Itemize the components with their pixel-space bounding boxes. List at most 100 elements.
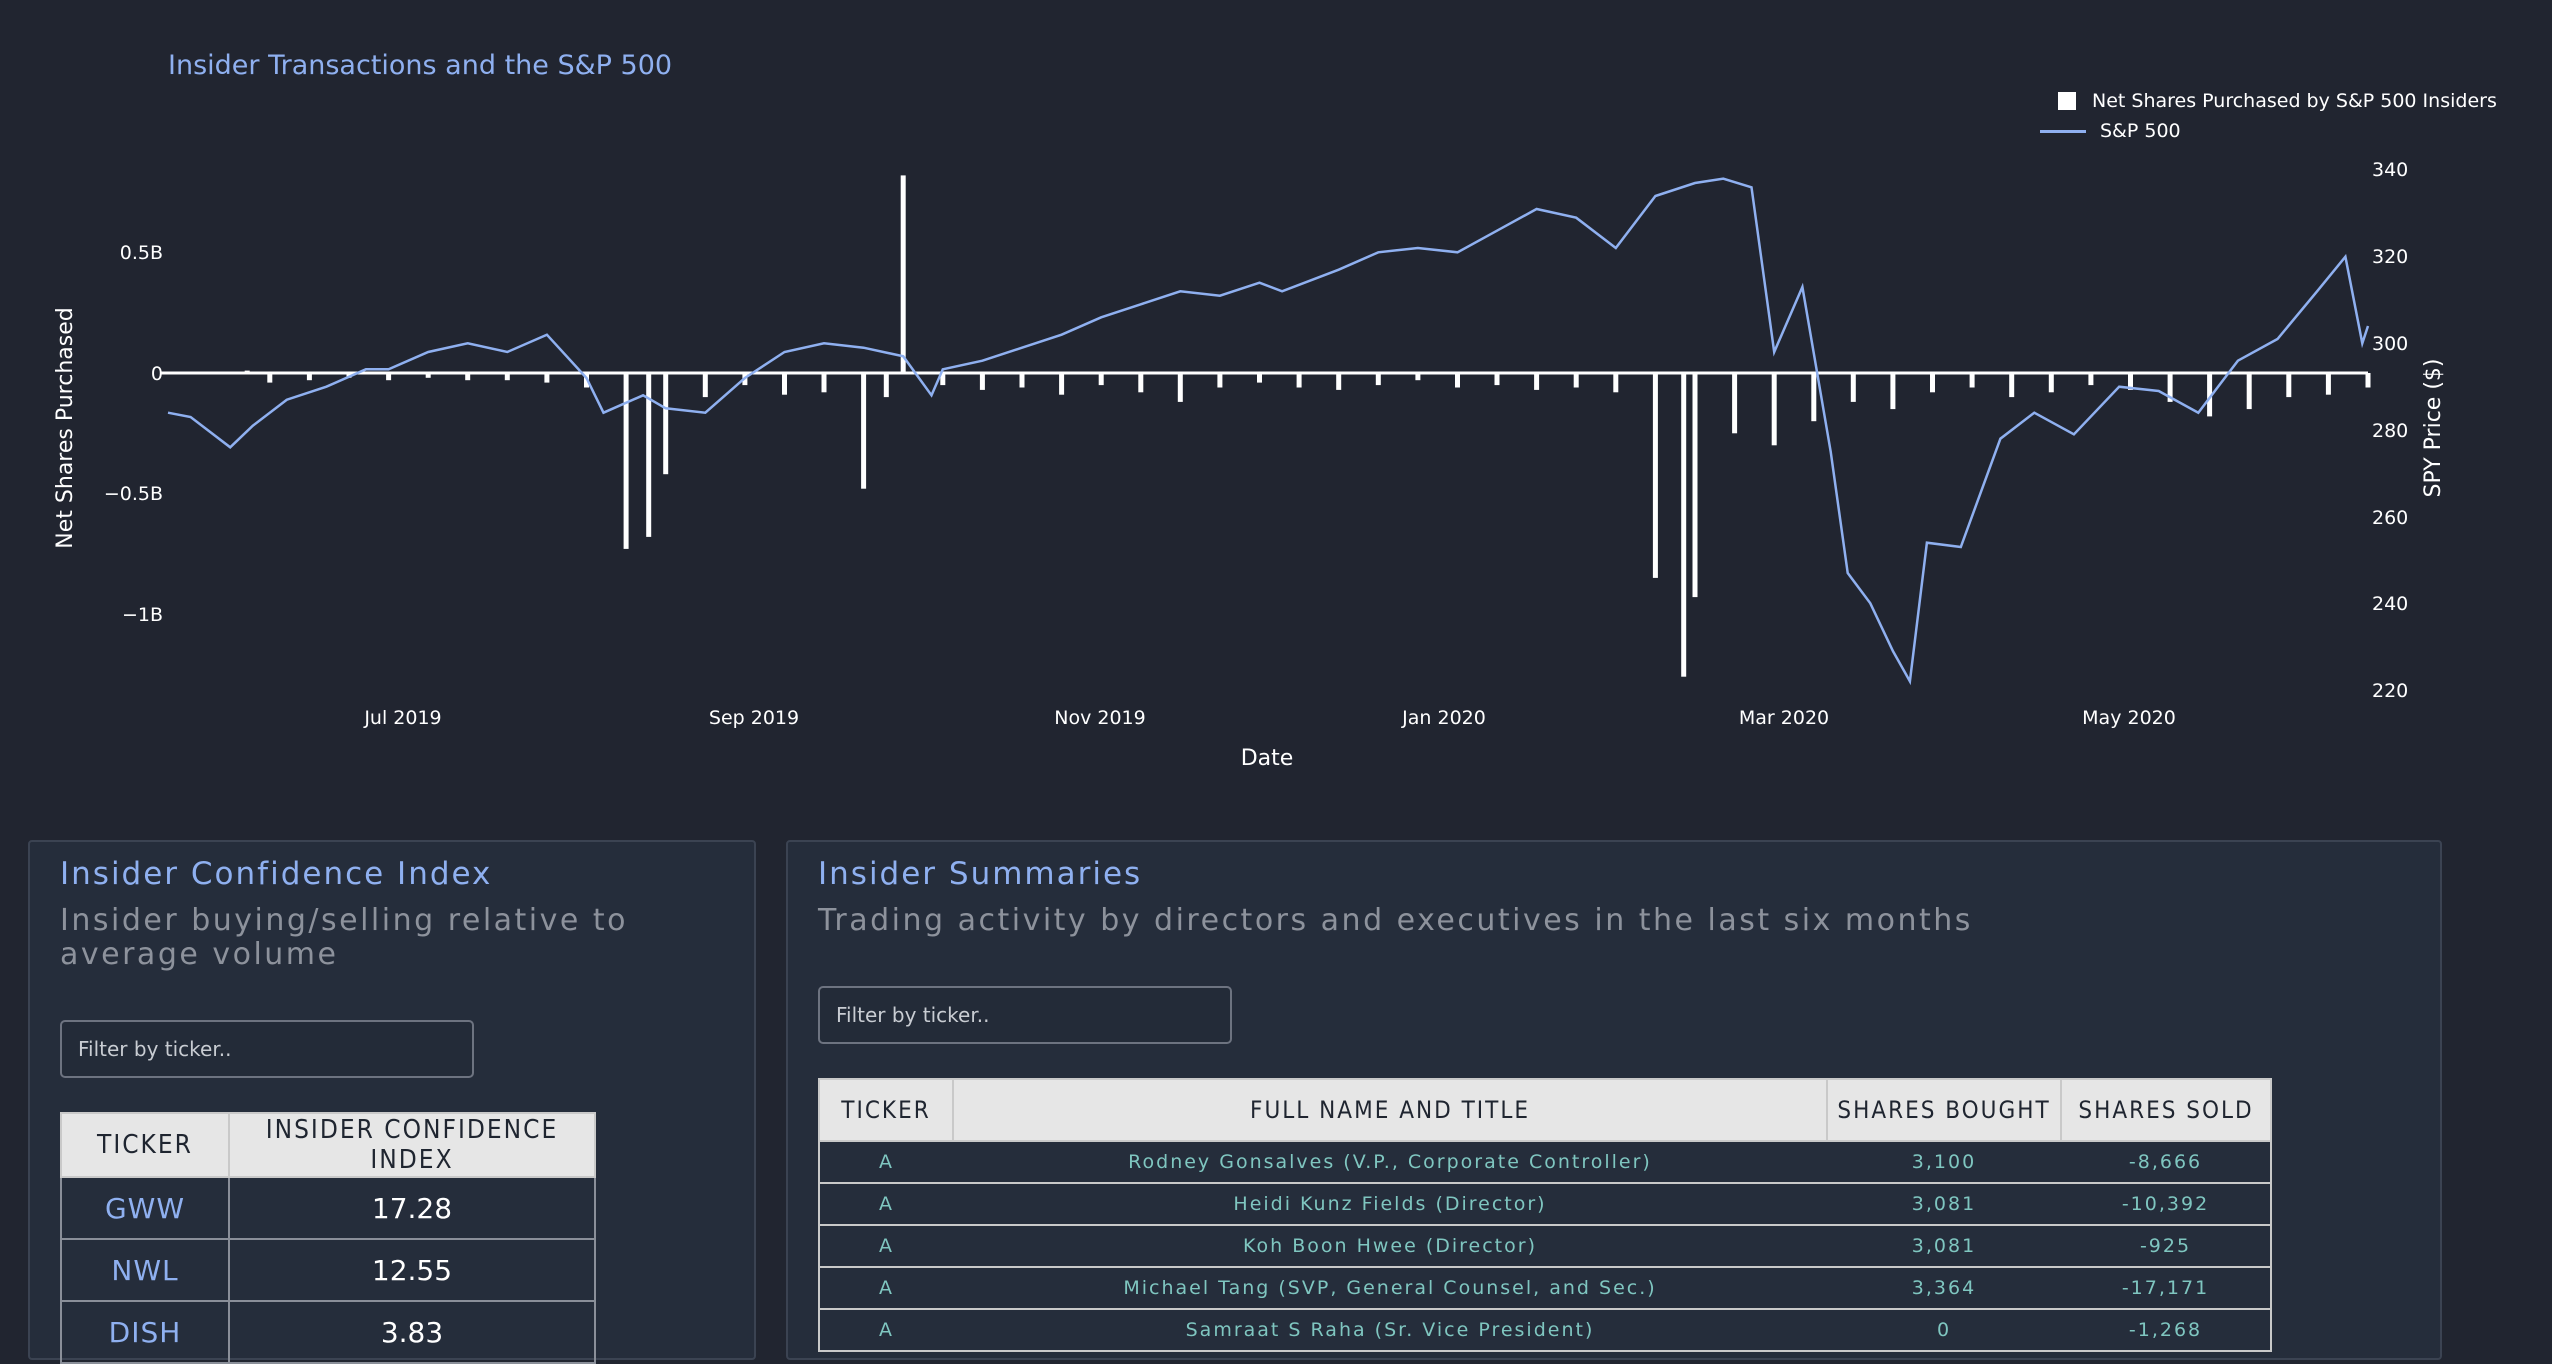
sum-sold-cell: -8,666 [2061, 1140, 2271, 1184]
table-row[interactable]: A Michael Tang (SVP, General Counsel, an… [819, 1266, 2271, 1310]
sum-bought-cell: 3,364 [1827, 1266, 2061, 1310]
ci-ticker-cell: NWL [60, 1238, 230, 1302]
y-right-tick: 300 [2372, 333, 2408, 355]
net-shares-bar [2325, 373, 2331, 395]
net-shares-bar [1732, 373, 1738, 434]
sum-header-name[interactable]: FULL NAME AND TITLE [952, 1078, 1828, 1142]
table-row[interactable]: DISH 3.83 [60, 1300, 596, 1364]
ci-filter-input[interactable] [60, 1020, 474, 1078]
ci-ticker-cell: DISH [60, 1300, 230, 1364]
net-shares-bar [1969, 373, 1975, 388]
net-shares-bar [1177, 373, 1183, 402]
net-shares-bar [1692, 373, 1698, 598]
sum-ticker-cell: A [819, 1182, 953, 1226]
ci-table: TICKER INSIDER CONFIDENCE INDEX GWW 17.2… [60, 1112, 596, 1364]
net-shares-bar [1059, 373, 1065, 395]
net-shares-bar [2048, 373, 2054, 393]
y-right-tick: 340 [2372, 159, 2408, 181]
y-left-tick: −1B [122, 604, 163, 626]
x-tick: Sep 2019 [709, 707, 799, 729]
x-tick: Jul 2019 [363, 707, 441, 729]
sum-sold-cell: -17,171 [2061, 1266, 2271, 1310]
insider-summaries-panel: Insider Summaries Trading activity by di… [786, 840, 2442, 1360]
net-shares-bar [1811, 373, 1817, 422]
sum-bought-cell: 0 [1827, 1308, 2061, 1352]
ci-panel-title: Insider Confidence Index [60, 856, 493, 892]
sum-header-sold[interactable]: SHARES SOLD [2060, 1078, 2272, 1142]
sum-name-cell: Rodney Gonsalves (V.P., Corporate Contro… [953, 1140, 1827, 1184]
net-shares-bar [1681, 373, 1687, 677]
net-shares-bar [1217, 373, 1223, 388]
table-row[interactable]: A Koh Boon Hwee (Director) 3,081 -925 [819, 1224, 2271, 1268]
summaries-table-header: TICKER FULL NAME AND TITLE SHARES BOUGHT… [818, 1078, 2272, 1142]
sum-name-cell: Michael Tang (SVP, General Counsel, and … [953, 1266, 1827, 1310]
y-right-tick: 320 [2372, 246, 2408, 268]
sum-ticker-cell: A [819, 1140, 953, 1184]
ci-header-ticker[interactable]: TICKER [60, 1112, 230, 1178]
net-shares-bar [1534, 373, 1540, 390]
y-left-axis-title: Net Shares Purchased [53, 307, 78, 548]
net-shares-bar [2286, 373, 2292, 398]
x-tick: Nov 2019 [1054, 707, 1145, 729]
net-shares-bar [702, 373, 708, 398]
sum-name-cell: Koh Boon Hwee (Director) [953, 1224, 1827, 1268]
ci-table-header: TICKER INSIDER CONFIDENCE INDEX [60, 1112, 596, 1178]
net-shares-bar [1494, 373, 1500, 386]
ci-ticker-cell: GWW [60, 1176, 230, 1240]
net-shares-bar [2365, 373, 2371, 388]
ci-index-cell: 3.83 [228, 1300, 596, 1364]
summaries-panel-subtitle: Trading activity by directors and execut… [818, 903, 1973, 938]
net-shares-bar [1850, 373, 1856, 402]
net-shares-bar [1375, 373, 1381, 386]
table-row[interactable]: NWL 12.55 [60, 1238, 596, 1302]
sum-sold-cell: -10,392 [2061, 1182, 2271, 1226]
net-shares-bar [1138, 373, 1144, 393]
net-shares-bar [1890, 373, 1896, 410]
sp500-line [167, 177, 2370, 686]
ci-header-index[interactable]: INSIDER CONFIDENCE INDEX [228, 1112, 596, 1178]
sum-name-cell: Heidi Kunz Fields (Director) [953, 1182, 1827, 1226]
net-shares-bar [1652, 373, 1658, 578]
y-right-tick: 220 [2372, 680, 2408, 702]
y-right-tick: 240 [2372, 593, 2408, 615]
sum-bought-cell: 3,081 [1827, 1224, 2061, 1268]
y-right-tick: 280 [2372, 420, 2408, 442]
sum-ticker-cell: A [819, 1308, 953, 1352]
sum-name-cell: Samraat S Raha (Sr. Vice President) [953, 1308, 1827, 1352]
table-row[interactable]: A Rodney Gonsalves (V.P., Corporate Cont… [819, 1140, 2271, 1184]
x-axis-title: Date [1241, 746, 1294, 771]
sum-header-ticker[interactable]: TICKER [818, 1078, 954, 1142]
net-shares-bar [1771, 373, 1777, 446]
net-shares-bar [900, 175, 906, 373]
net-shares-bar [1336, 373, 1342, 390]
net-shares-bar [979, 373, 985, 390]
summaries-filter-input[interactable] [818, 986, 1232, 1044]
net-shares-bar [663, 373, 669, 475]
sum-header-bought[interactable]: SHARES BOUGHT [1826, 1078, 2062, 1142]
net-shares-bar [2088, 373, 2094, 386]
x-tick: May 2020 [2082, 707, 2176, 729]
net-shares-bar [1455, 373, 1460, 388]
sum-bought-cell: 3,100 [1827, 1140, 2061, 1184]
table-row[interactable]: A Heidi Kunz Fields (Director) 3,081 -10… [819, 1182, 2271, 1226]
net-shares-bar [1573, 373, 1579, 388]
net-shares-bar [782, 373, 787, 395]
x-tick: Mar 2020 [1739, 707, 1829, 729]
ci-index-cell: 17.28 [228, 1176, 596, 1240]
chart-plot-area[interactable]: 0.5B 0 −0.5B −1B 340 320 300 280 260 240… [0, 0, 2552, 800]
net-shares-bar [2246, 373, 2252, 410]
x-tick: Jan 2020 [1401, 707, 1486, 729]
net-shares-bar [821, 373, 827, 393]
sum-ticker-cell: A [819, 1266, 953, 1310]
sum-sold-cell: -925 [2061, 1224, 2271, 1268]
table-row[interactable]: A Samraat S Raha (Sr. Vice President) 0 … [819, 1308, 2271, 1352]
table-row[interactable]: GWW 17.28 [60, 1176, 596, 1240]
y-left-tick: 0.5B [120, 242, 163, 264]
summaries-panel-title: Insider Summaries [818, 856, 1143, 892]
net-shares-bar [1019, 373, 1025, 388]
ci-panel-subtitle: Insider buying/selling relative to avera… [60, 903, 629, 972]
sum-bought-cell: 3,081 [1827, 1182, 2061, 1226]
y-right-axis-title: SPY Price ($) [2421, 358, 2446, 497]
net-shares-bar [2009, 373, 2015, 398]
net-shares-bar [1296, 373, 1302, 388]
